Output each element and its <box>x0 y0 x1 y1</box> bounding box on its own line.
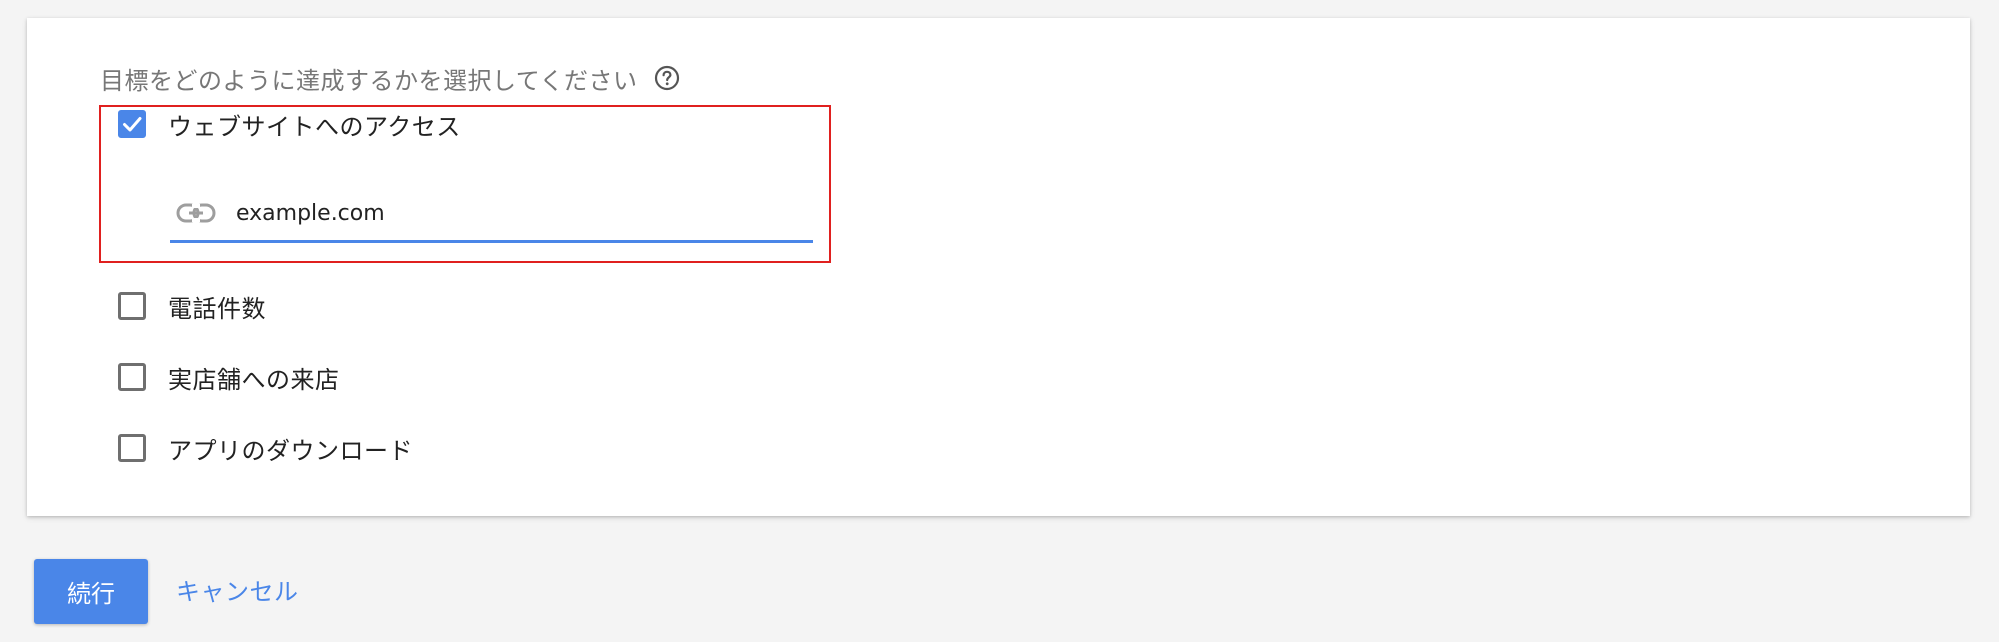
link-icon <box>176 201 216 225</box>
option-website-visits[interactable]: ウェブサイトへのアクセス <box>118 106 461 142</box>
option-app-downloads[interactable]: アプリのダウンロード <box>118 430 413 466</box>
website-visits-checkbox[interactable] <box>118 110 146 138</box>
option-phone-calls[interactable]: 電話件数 <box>118 288 266 324</box>
continue-button[interactable]: 続行 <box>34 559 148 624</box>
website-url-input[interactable] <box>236 200 796 226</box>
question-row: 目標をどのように達成するかを選択してください <box>100 60 680 96</box>
goal-selection-card: 目標をどのように達成するかを選択してください ウェブサイトへのアクセス exam… <box>27 18 1970 516</box>
option-label: アプリのダウンロード <box>168 436 413 465</box>
cancel-link[interactable]: キャンセル <box>176 574 299 610</box>
option-store-visits[interactable]: 実店舗への来店 <box>118 359 340 395</box>
question-text: 目標をどのように達成するかを選択してください <box>100 66 638 95</box>
app-downloads-checkbox[interactable] <box>118 434 146 462</box>
website-url-field[interactable] <box>170 186 813 243</box>
phone-calls-checkbox[interactable] <box>118 292 146 320</box>
option-label: 実店舗への来店 <box>168 365 340 394</box>
store-visits-checkbox[interactable] <box>118 363 146 391</box>
option-label: 電話件数 <box>168 294 266 323</box>
option-label: ウェブサイトへのアクセス <box>168 112 461 141</box>
help-circle-icon[interactable] <box>654 65 680 91</box>
checkmark-icon <box>123 117 142 132</box>
